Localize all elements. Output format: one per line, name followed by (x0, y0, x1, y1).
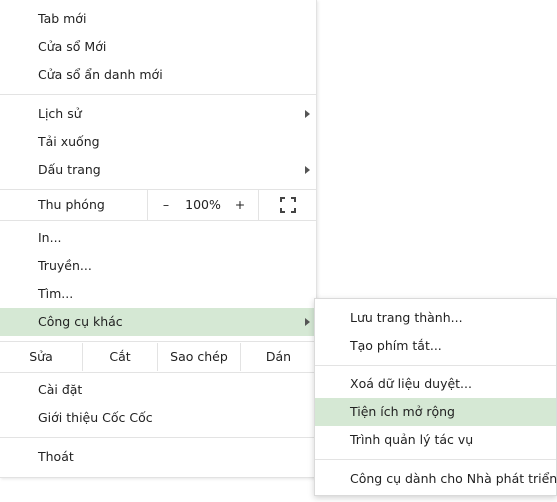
zoom-label: Thu phóng (38, 197, 105, 212)
clear-browsing-data-label: Xoá dữ liệu duyệt... (350, 376, 472, 391)
menu-separator (0, 341, 316, 342)
developer-tools-label: Công cụ dành cho Nhà phát triển (350, 471, 557, 486)
zoom-divider (147, 190, 148, 220)
submenu-separator (315, 459, 556, 460)
cut-button[interactable]: Cắt (83, 343, 157, 371)
edit-row: Sửa Cắt Sao chép Dán (0, 343, 316, 371)
bookmarks-label: Dấu trang (38, 162, 101, 177)
fullscreen-icon[interactable] (280, 197, 296, 213)
exit-label: Thoát (38, 449, 74, 464)
about-label: Giới thiệu Cốc Cốc (38, 410, 153, 425)
new-tab-label: Tab mới (38, 11, 87, 26)
menu-item-new-tab[interactable]: Tab mới (0, 5, 316, 33)
find-label: Tìm... (38, 286, 74, 301)
menu-item-cast[interactable]: Truyền... (0, 252, 316, 280)
cast-label: Truyền... (38, 258, 92, 273)
downloads-label: Tải xuống (38, 134, 100, 149)
zoom-divider (258, 190, 259, 220)
menu-item-exit[interactable]: Thoát (0, 443, 316, 471)
edit-label: Sửa (29, 349, 53, 364)
copy-button[interactable]: Sao chép (158, 343, 240, 371)
submenu-item-create-shortcut[interactable]: Tạo phím tắt... (315, 332, 556, 360)
more-tools-submenu: Lưu trang thành... Tạo phím tắt... Xoá d… (314, 298, 557, 496)
settings-label: Cài đặt (38, 382, 83, 397)
submenu-item-task-manager[interactable]: Trình quản lý tác vụ (315, 426, 556, 454)
menu-item-more-tools[interactable]: Công cụ khác (0, 308, 316, 336)
save-page-label: Lưu trang thành... (350, 310, 463, 325)
new-window-label: Cửa sổ Mới (38, 39, 107, 54)
submenu-arrow-icon (305, 318, 310, 326)
zoom-level: 100% (185, 197, 221, 212)
main-menu: Tab mới Cửa sổ Mới Cửa sổ ẩn danh mới Lị… (0, 0, 317, 478)
task-manager-label: Trình quản lý tác vụ (350, 432, 474, 447)
menu-item-new-window[interactable]: Cửa sổ Mới (0, 33, 316, 61)
menu-item-history[interactable]: Lịch sử (0, 100, 316, 128)
menu-item-settings[interactable]: Cài đặt (0, 376, 316, 404)
menu-item-downloads[interactable]: Tải xuống (0, 128, 316, 156)
new-incognito-window-label: Cửa sổ ẩn danh mới (38, 67, 163, 82)
more-tools-label: Công cụ khác (38, 314, 123, 329)
menu-separator (0, 220, 316, 221)
submenu-arrow-icon (305, 166, 310, 174)
extensions-label: Tiện ích mở rộng (350, 404, 455, 419)
submenu-arrow-icon (305, 110, 310, 118)
print-label: In... (38, 230, 62, 245)
zoom-row: Thu phóng – 100% + (0, 190, 316, 220)
submenu-item-extensions[interactable]: Tiện ích mở rộng (315, 398, 556, 426)
submenu-separator (315, 365, 556, 366)
submenu-item-save-page[interactable]: Lưu trang thành... (315, 304, 556, 332)
zoom-out-button[interactable]: – (150, 190, 182, 220)
submenu-item-clear-browsing-data[interactable]: Xoá dữ liệu duyệt... (315, 370, 556, 398)
menu-separator (0, 372, 316, 373)
menu-item-about[interactable]: Giới thiệu Cốc Cốc (0, 404, 316, 432)
menu-item-find[interactable]: Tìm... (0, 280, 316, 308)
menu-item-new-incognito-window[interactable]: Cửa sổ ẩn danh mới (0, 61, 316, 89)
history-label: Lịch sử (38, 106, 82, 121)
submenu-item-developer-tools[interactable]: Công cụ dành cho Nhà phát triển (315, 465, 557, 493)
menu-separator (0, 437, 316, 438)
menu-item-print[interactable]: In... (0, 224, 316, 252)
zoom-in-button[interactable]: + (224, 190, 256, 220)
paste-button[interactable]: Dán (241, 343, 316, 371)
create-shortcut-label: Tạo phím tắt... (350, 338, 442, 353)
menu-item-bookmarks[interactable]: Dấu trang (0, 156, 316, 184)
menu-separator (0, 94, 316, 95)
